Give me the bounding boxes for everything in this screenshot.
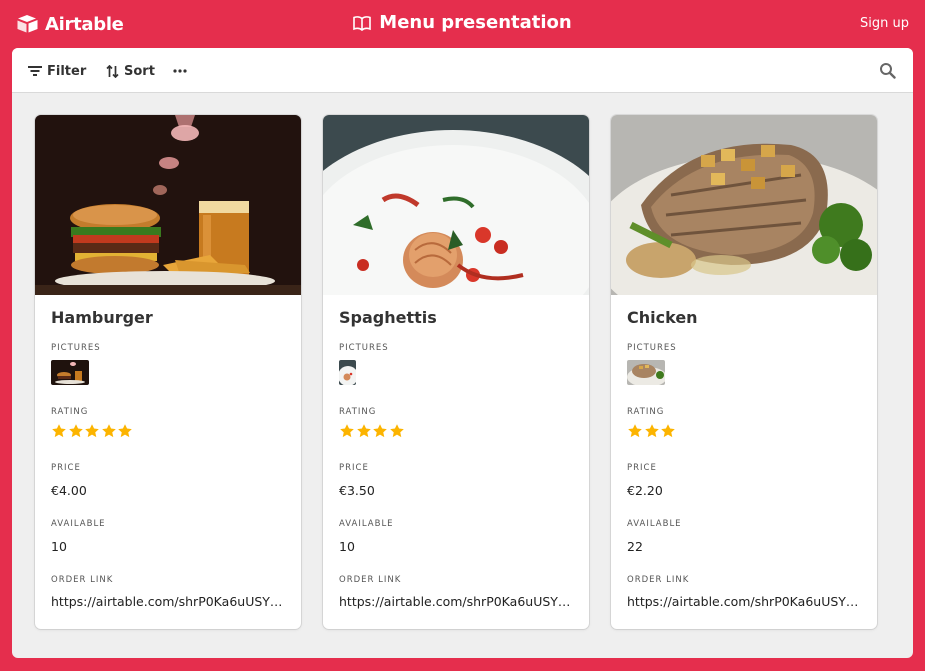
field-label-order-link: ORDER LINK <box>339 575 402 585</box>
rating-stars <box>51 423 134 439</box>
cover-image <box>611 115 877 295</box>
field-label-rating: RATING <box>627 407 665 417</box>
price-value: €2.20 <box>627 483 663 498</box>
star-icon <box>661 424 675 438</box>
top-bar: Airtable Menu presentation Sign up <box>0 0 925 48</box>
view-toolbar: Filter Sort <box>12 48 913 93</box>
cover-image <box>323 115 589 295</box>
star-icon <box>356 424 371 438</box>
field-label-pictures: PICTURES <box>627 343 677 353</box>
cover-image <box>35 115 301 295</box>
spaghetti-thumbnail <box>339 360 356 385</box>
spaghetti-photo <box>323 115 589 295</box>
rating-stars <box>627 423 677 439</box>
available-value: 10 <box>339 539 355 554</box>
hamburger-thumbnail <box>51 360 89 385</box>
search-icon <box>880 63 896 79</box>
search-button[interactable] <box>879 62 897 80</box>
chicken-thumbnail <box>627 360 665 385</box>
star-icon <box>628 424 642 438</box>
field-label-pictures: PICTURES <box>51 343 101 353</box>
more-options-button[interactable] <box>173 62 192 80</box>
sort-button[interactable]: Sort <box>106 62 155 80</box>
record-name: Spaghettis <box>339 308 437 327</box>
rating-stars <box>339 423 405 439</box>
picture-thumbnail[interactable] <box>51 360 89 385</box>
star-icon <box>52 424 66 438</box>
price-value: €4.00 <box>51 483 87 498</box>
field-label-rating: RATING <box>339 407 377 417</box>
field-label-available: AVAILABLE <box>627 519 682 529</box>
star-icon <box>373 424 387 438</box>
chicken-photo <box>611 115 877 295</box>
picture-thumbnail[interactable] <box>627 360 665 385</box>
sort-label: Sort <box>124 63 155 79</box>
star-icon <box>68 424 83 438</box>
book-icon <box>353 15 372 31</box>
filter-button[interactable]: Filter <box>28 62 86 80</box>
star-icon <box>644 424 659 438</box>
field-label-available: AVAILABLE <box>339 519 394 529</box>
record-name: Hamburger <box>51 308 153 327</box>
star-icon <box>101 424 116 438</box>
order-link[interactable]: https://airtable.com/shrP0Ka6uUSYbXXXXXX <box>627 594 863 609</box>
available-value: 22 <box>627 539 643 554</box>
filter-label: Filter <box>47 63 87 79</box>
field-label-price: PRICE <box>51 463 81 473</box>
field-label-rating: RATING <box>51 407 89 417</box>
record-card[interactable]: Spaghettis PICTURES RATING PRICE €3.50 A… <box>323 115 589 629</box>
record-card[interactable]: Hamburger PICTURES RATING PRICE €4.00 AV… <box>35 115 301 629</box>
field-label-price: PRICE <box>339 463 369 473</box>
star-icon <box>389 424 404 438</box>
more-icon <box>173 69 187 73</box>
price-value: €3.50 <box>339 483 375 498</box>
page-title-group: Menu presentation <box>0 12 925 33</box>
field-label-order-link: ORDER LINK <box>627 575 690 585</box>
filter-icon <box>28 66 42 76</box>
page-title: Menu presentation <box>379 12 572 33</box>
record-name: Chicken <box>627 308 698 327</box>
field-label-order-link: ORDER LINK <box>51 575 114 585</box>
star-icon <box>85 424 99 438</box>
star-icon <box>118 424 132 438</box>
field-label-price: PRICE <box>627 463 657 473</box>
field-label-pictures: PICTURES <box>339 343 389 353</box>
sort-icon <box>106 64 119 78</box>
sign-up-link[interactable]: Sign up <box>860 16 909 31</box>
field-label-available: AVAILABLE <box>51 519 106 529</box>
picture-thumbnail[interactable] <box>339 360 356 385</box>
gallery-panel: Filter Sort Hamburger PICTURES RATING PR… <box>12 48 913 658</box>
available-value: 10 <box>51 539 67 554</box>
record-card[interactable]: Chicken PICTURES RATING PRICE €2.20 AVAI… <box>611 115 877 629</box>
star-icon <box>340 424 354 438</box>
hamburger-photo <box>35 115 301 295</box>
order-link[interactable]: https://airtable.com/shrP0Ka6uUSYbXXXXXX <box>339 594 575 609</box>
order-link[interactable]: https://airtable.com/shrP0Ka6uUSYbXXXXXX <box>51 594 287 609</box>
